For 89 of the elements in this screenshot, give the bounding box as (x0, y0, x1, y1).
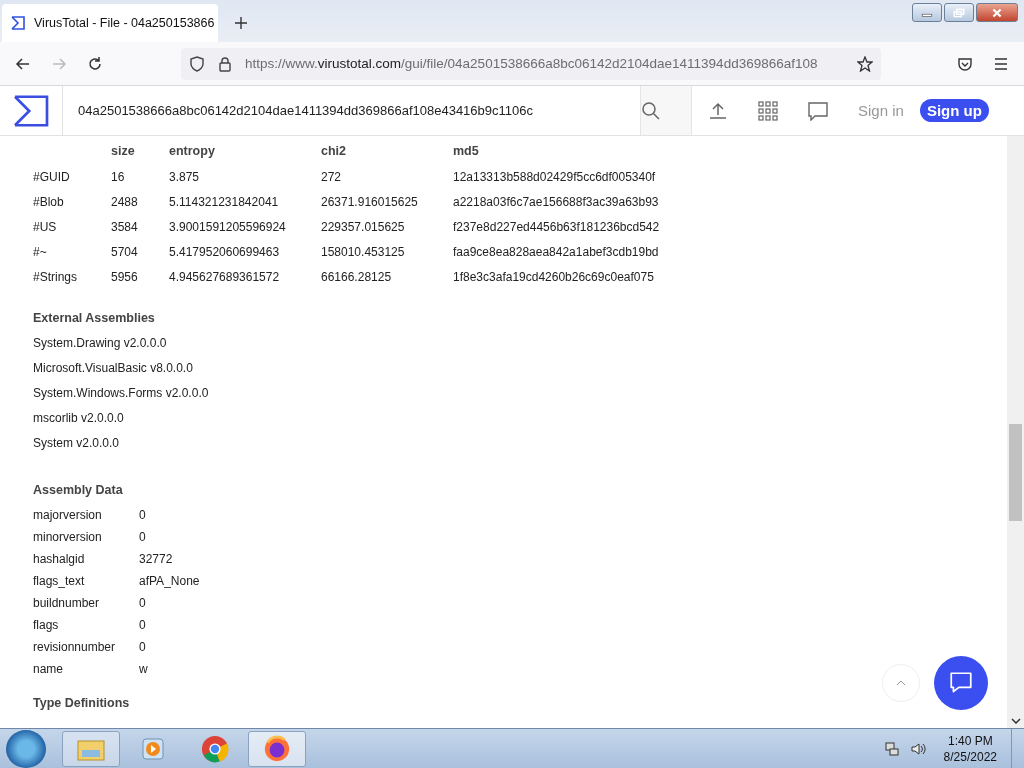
table-cell: 272 (321, 164, 453, 189)
scroll-down-icon[interactable] (1011, 718, 1021, 724)
table-cell-text: f237e8d227ed4456b63f181236bcd542 (453, 218, 660, 236)
table-cell: 3.9001591205596924 (169, 214, 321, 239)
field-label: revisionnumber (33, 640, 117, 656)
table-cell: #Blob (33, 189, 111, 214)
field-label: flags (33, 618, 60, 634)
table-cell-text: 12a13313b588d02429f5cc6df005340f (453, 168, 657, 186)
sigma-logo-icon (10, 15, 26, 31)
shield-icon (189, 55, 205, 72)
address-bar[interactable]: https://www.virustotal.com/gui/file/04a2501538666a8bc06142d2104dae1411394dd369866af108 (181, 47, 881, 80)
field-label: hashalgid (33, 552, 86, 568)
close-button[interactable] (976, 3, 1018, 22)
table-cell: 158010.453125 (321, 239, 453, 264)
field-value: 0 (139, 640, 147, 656)
column-header: chi2 (321, 142, 453, 164)
table-cell: #GUID (33, 164, 111, 189)
table-cell: 3584 (111, 214, 169, 239)
sigma-logo-icon[interactable] (13, 94, 49, 127)
column-header: size (111, 142, 169, 164)
table-cell: 3.875 (169, 164, 321, 189)
column-header: md5 (453, 143, 480, 160)
table-cell-text: faa9ce8ea828aea842a1abef3cdb19bd (453, 243, 660, 261)
assembly-name: mscorlib v2.0.0.0 (33, 411, 125, 427)
field-label: minorversion (33, 530, 103, 546)
chat-icon[interactable] (808, 100, 828, 121)
column-header: entropy (169, 142, 321, 164)
field-value: 0 (139, 618, 147, 634)
field-value: 0 (139, 530, 147, 546)
field-value: afPA_None (139, 574, 201, 590)
table-cell: 26371.916015625 (321, 189, 453, 214)
sign-up-button[interactable]: Sign up (919, 99, 989, 122)
chat-button[interactable] (934, 656, 988, 710)
field-value: w (139, 662, 149, 678)
firefox-icon[interactable] (248, 730, 306, 767)
table-cell: 16 (111, 164, 169, 189)
section-title: Assembly Data (33, 483, 124, 497)
pocket-icon[interactable] (957, 55, 973, 72)
assembly-name: System v2.0.0.0 (33, 436, 121, 452)
tab-title: VirusTotal - File - 04a250153866 (34, 16, 215, 30)
section-title: External Assemblies (33, 311, 156, 325)
table-cell: 5.114321231842041 (169, 189, 321, 214)
new-tab-icon[interactable] (234, 16, 248, 30)
scrollbar[interactable] (1007, 136, 1024, 728)
back-arrow-icon[interactable] (15, 55, 31, 72)
table-cell: 4.945627689361572 (169, 264, 321, 289)
section-title: Type Definitions (33, 696, 131, 710)
field-value: 0 (139, 508, 147, 524)
url-text: https://www.virustotal.com/gui/file/04a2501538666a8bc06142d2104dae1411394dd369866af108 (245, 56, 819, 71)
chevron-up-icon (896, 680, 906, 686)
table-cell: #~ (33, 239, 111, 264)
table-cell-text: 1f8e3c3afa19cd4260b26c69c0eaf075 (453, 268, 655, 286)
assembly-name: System.Drawing v2.0.0.0 (33, 336, 168, 352)
table-cell: 2488 (111, 189, 169, 214)
browser-tab[interactable]: VirusTotal - File - 04a250153866 (2, 4, 218, 42)
close-icon (991, 7, 1003, 18)
table-cell: 5704 (111, 239, 169, 264)
table-cell: 5956 (111, 264, 169, 289)
reload-icon[interactable] (87, 55, 103, 72)
search-field[interactable]: 04a2501538666a8bc06142d2104dae1411394dd369866af108e43416b9c1106c (63, 86, 640, 135)
restore-button[interactable] (944, 3, 974, 22)
table-cell: 5.417952060699463 (169, 239, 321, 264)
field-value: 32772 (139, 552, 174, 568)
table-cell: 229357.015625 (321, 214, 453, 239)
search-icon[interactable] (641, 100, 661, 121)
speaker-icon[interactable] (909, 740, 926, 757)
chat-icon (948, 670, 974, 696)
table-cell: 66166.28125 (321, 264, 453, 289)
field-value: 0 (139, 596, 147, 612)
field-label: name (33, 662, 65, 678)
table-cell-text: a2218a03f6c7ae156688f3ac39a63b93 (453, 193, 660, 211)
field-label: flags_text (33, 574, 86, 590)
assembly-name: Microsoft.VisualBasic v8.0.0.0 (33, 361, 194, 377)
scrollbar-thumb[interactable] (1009, 424, 1022, 521)
lock-icon (217, 55, 233, 72)
assembly-name: System.Windows.Forms v2.0.0.0 (33, 386, 210, 402)
upload-icon[interactable] (708, 100, 728, 121)
field-label: majorversion (33, 508, 103, 524)
grid-icon[interactable] (758, 100, 778, 121)
table-cell: #Strings (33, 264, 111, 289)
restore-icon (953, 7, 965, 18)
field-label: buildnumber (33, 596, 101, 612)
network-icon[interactable] (883, 740, 900, 757)
minimize-button[interactable] (912, 3, 942, 22)
clock[interactable]: 1:40 PM 8/25/2022 (943, 732, 997, 765)
table-cell: #US (33, 214, 111, 239)
start-button[interactable] (6, 729, 46, 768)
menu-icon[interactable] (993, 55, 1009, 72)
star-icon[interactable] (857, 55, 873, 72)
